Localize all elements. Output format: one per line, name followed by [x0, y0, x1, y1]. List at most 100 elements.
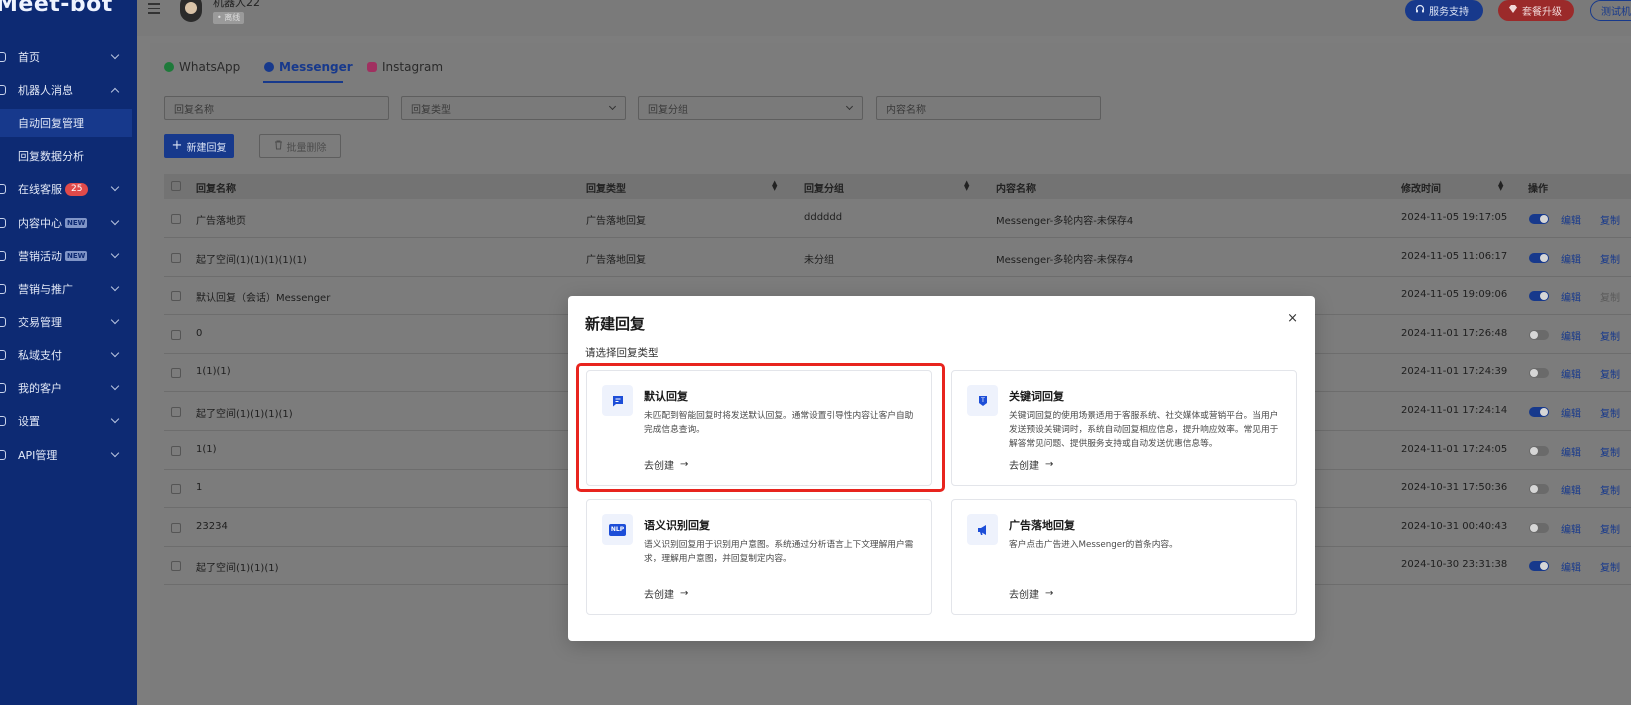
edit-link[interactable]: 编辑 [1561, 328, 1581, 343]
tab-whatsapp[interactable]: WhatsApp [164, 60, 240, 74]
edit-link[interactable]: 编辑 [1561, 212, 1581, 227]
enable-toggle[interactable] [1529, 368, 1549, 379]
menu-collapse-icon[interactable] [148, 3, 160, 15]
sort-icon[interactable]: ▲ ▼ [964, 180, 969, 192]
row-checkbox[interactable] [171, 561, 181, 572]
enable-toggle[interactable] [1529, 291, 1549, 302]
avatar[interactable] [180, 0, 202, 22]
copy-link[interactable]: 复制 [1600, 328, 1620, 343]
row-checkbox[interactable] [171, 214, 181, 224]
copy-link[interactable]: 复制 [1600, 366, 1620, 381]
copy-link[interactable]: 复制 [1600, 482, 1620, 497]
sidebar-item[interactable]: 首页 [0, 43, 132, 71]
row-checkbox[interactable] [171, 522, 181, 533]
create-link[interactable]: 去创建 → [1009, 586, 1053, 601]
tab-instagram[interactable]: Instagram [367, 60, 443, 74]
semantic-reply-card[interactable]: NLP 语义识别回复 语义识别回复用于识别用户意图。系统通过分析语言上下文理解用… [586, 499, 932, 615]
copy-link[interactable]: 复制 [1600, 251, 1620, 266]
enable-toggle[interactable] [1529, 252, 1549, 263]
copy-link[interactable]: 复制 [1600, 521, 1620, 536]
sidebar-item[interactable]: 在线客服 25 [0, 175, 132, 203]
edit-link[interactable]: 编辑 [1561, 444, 1581, 459]
sidebar-item[interactable]: 营销与推广 [0, 275, 132, 303]
menu-item-icon [0, 416, 6, 426]
sidebar-item[interactable]: 私域支付 [0, 341, 132, 369]
close-icon[interactable]: × [1287, 312, 1298, 325]
test-bot-button[interactable]: 测试机 [1590, 0, 1631, 21]
tab-label: WhatsApp [179, 60, 241, 74]
table-row[interactable]: 广告落地页 广告落地回复 dddddd Messenger-多轮内容-未保存4 2024… [164, 200, 1631, 238]
select-all-checkbox[interactable] [171, 181, 181, 191]
sidebar-item[interactable]: 回复数据分析 [0, 142, 132, 170]
column-reply-name: 回复名称 [196, 184, 236, 195]
upgrade-button[interactable]: 套餐升级 [1498, 0, 1574, 21]
edit-link[interactable]: 编辑 [1561, 289, 1581, 304]
copy-link[interactable]: 复制 [1600, 289, 1620, 304]
edit-link[interactable]: 编辑 [1561, 559, 1581, 574]
sidebar-item[interactable]: 机器人消息 [0, 76, 132, 104]
reply-group-cell: dddddd [804, 212, 843, 223]
sidebar-item[interactable]: 交易管理 [0, 308, 132, 336]
reply-name-cell: 广告落地页 [196, 216, 246, 227]
create-link[interactable]: 去创建 → [644, 586, 688, 601]
new-reply-button[interactable]: + 新建回复 [164, 134, 234, 158]
table-row[interactable]: 起了空间(1)(1)(1)(1)(1) 广告落地回复 未分组 Messenger-多轮… [164, 239, 1631, 277]
user-name[interactable]: 机器人22 [213, 0, 260, 10]
arrow-right-icon: → [1045, 588, 1054, 599]
sidebar-item[interactable]: API管理 [0, 441, 132, 469]
content-name-input[interactable]: 内容名称 [876, 96, 1101, 120]
row-checkbox[interactable] [171, 291, 181, 302]
tab-active-indicator [263, 81, 343, 83]
user-status-badge: • 离线 [213, 12, 245, 24]
edit-link[interactable]: 编辑 [1561, 405, 1581, 420]
enable-toggle[interactable] [1529, 214, 1549, 224]
reply-name-cell: 起了空间(1)(1)(1) [196, 563, 279, 575]
menu-item-icon [0, 284, 6, 294]
edit-link[interactable]: 编辑 [1561, 251, 1581, 266]
support-button[interactable]: 服务支持 [1405, 0, 1483, 21]
edit-link[interactable]: 编辑 [1561, 521, 1581, 536]
sidebar-item[interactable]: 我的客户 [0, 374, 132, 402]
sidebar-item-label: 在线客服 25 [18, 181, 89, 197]
row-checkbox[interactable] [171, 407, 181, 417]
reply-group-select[interactable]: 回复分组 [638, 96, 863, 120]
enable-toggle[interactable] [1529, 407, 1549, 417]
edit-link[interactable]: 编辑 [1561, 366, 1581, 381]
reply-type-select[interactable]: 回复类型 [401, 96, 626, 120]
modified-time-cell: 2024-11-01 17:24:14 [1401, 405, 1508, 416]
reply-name-input[interactable]: 回复名称 [164, 96, 389, 120]
enable-toggle[interactable] [1529, 561, 1549, 572]
enable-toggle[interactable] [1529, 445, 1549, 456]
enable-toggle[interactable] [1529, 522, 1549, 533]
sidebar-item-text: 营销与推广 [18, 283, 73, 296]
copy-link[interactable]: 复制 [1600, 405, 1620, 420]
batch-delete-button[interactable]: 批量删除 [259, 134, 341, 158]
copy-link[interactable]: 复制 [1600, 559, 1620, 574]
menu-item-icon [0, 251, 6, 261]
row-checkbox[interactable] [171, 368, 181, 379]
sidebar-item[interactable]: 内容中心 NEW [0, 209, 132, 237]
row-checkbox[interactable] [171, 252, 181, 263]
sidebar-item[interactable]: 营销活动 NEW [0, 242, 132, 270]
copy-link[interactable]: 复制 [1600, 212, 1620, 227]
edit-link[interactable]: 编辑 [1561, 482, 1581, 497]
enable-toggle[interactable] [1529, 329, 1549, 340]
enable-toggle[interactable] [1529, 484, 1549, 495]
tab-label: Messenger [279, 60, 353, 74]
row-checkbox[interactable] [171, 445, 181, 456]
content-name-placeholder: 内容名称 [886, 104, 926, 116]
create-link[interactable]: 去创建 → [1009, 457, 1053, 472]
sidebar-item[interactable]: 自动回复管理 [0, 109, 132, 137]
sidebar-item[interactable]: 设置 [0, 407, 132, 435]
keyword-reply-card[interactable]: T 关键词回复 关键词回复的使用场景适用于客服系统、社交媒体或营销平台。当用户发… [951, 370, 1297, 486]
messenger-icon [264, 62, 274, 72]
reply-group-placeholder: 回复分组 [648, 104, 688, 116]
row-checkbox[interactable] [171, 484, 181, 495]
tab-messenger[interactable]: Messenger [264, 60, 353, 74]
ad-landing-reply-card[interactable]: 广告落地回复 客户点击广告进入Messenger的首条内容。 去创建 → [951, 499, 1297, 615]
sort-icon[interactable]: ▲ ▼ [1498, 180, 1503, 192]
sidebar-item-label: API管理 [18, 447, 57, 463]
copy-link[interactable]: 复制 [1600, 444, 1620, 459]
sort-icon[interactable]: ▲ ▼ [772, 180, 777, 192]
row-checkbox[interactable] [171, 329, 181, 340]
